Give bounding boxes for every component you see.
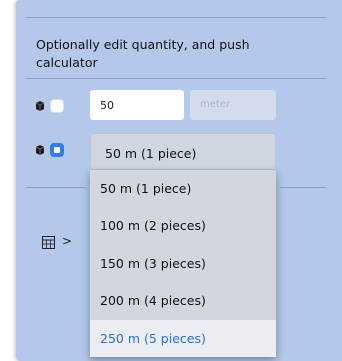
quantity-input[interactable] — [90, 90, 184, 120]
section-divider — [26, 78, 326, 79]
bottom-divider-left — [26, 187, 86, 188]
quantity-radio[interactable] — [50, 99, 64, 113]
dropdown-option[interactable]: 100 m (2 pieces) — [90, 207, 276, 244]
cube-icon — [36, 145, 44, 155]
length-select[interactable]: 50 m (1 piece) — [90, 133, 276, 170]
length-radio-selected[interactable] — [50, 143, 64, 157]
instruction-text: Optionally edit quantity, and push calcu… — [36, 37, 250, 70]
dropdown-option[interactable]: 200 m (4 pieces) — [90, 282, 276, 319]
dropdown-option[interactable]: 50 m (1 piece) — [90, 170, 276, 207]
dropdown-option[interactable]: 150 m (3 pieces) — [90, 245, 276, 282]
chevron-right-icon: > — [62, 234, 73, 248]
cube-icon — [36, 101, 44, 111]
calculator-icon — [42, 236, 55, 249]
top-divider — [26, 17, 326, 18]
unit-label: meter — [190, 90, 276, 120]
length-dropdown-list: 50 m (1 piece) 100 m (2 pieces) 150 m (3… — [90, 170, 276, 357]
calculator-button[interactable]: > — [36, 230, 72, 256]
dropdown-option-highlighted[interactable]: 250 m (5 pieces) — [90, 319, 276, 357]
bottom-divider-right — [280, 187, 326, 188]
quantity-panel: Optionally edit quantity, and push calcu… — [16, 0, 342, 361]
